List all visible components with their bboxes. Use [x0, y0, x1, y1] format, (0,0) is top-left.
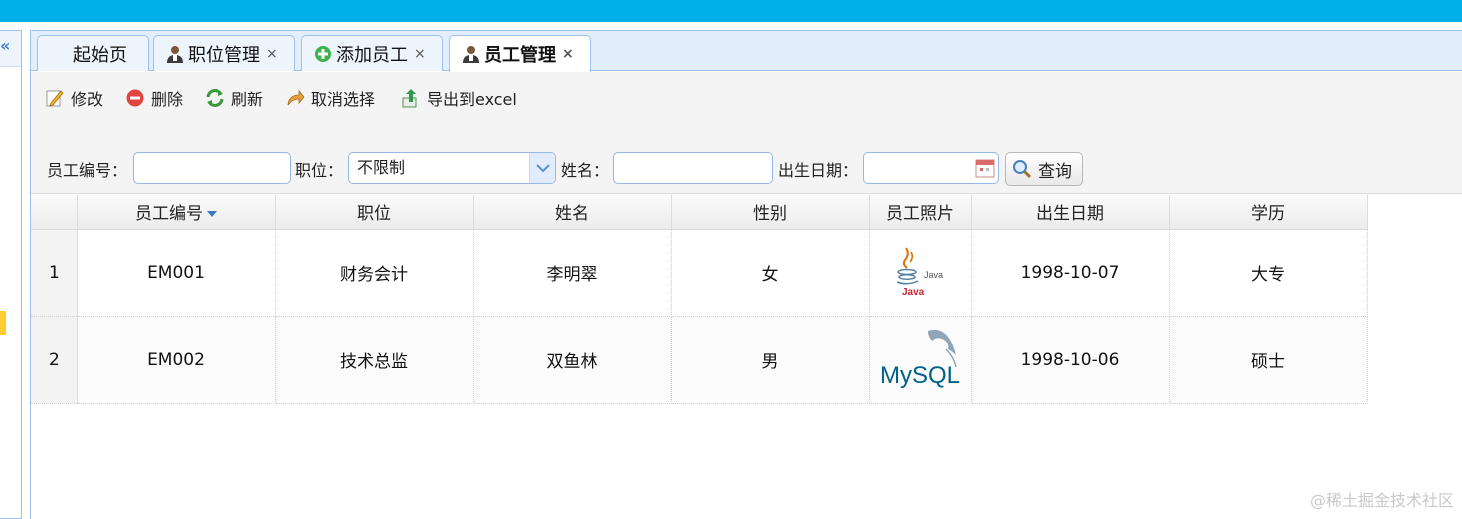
cell-name: 双鱼林	[473, 316, 672, 404]
close-icon[interactable]: ×	[562, 46, 574, 62]
row-number: 2	[31, 316, 78, 404]
close-icon[interactable]: ×	[414, 46, 426, 62]
emp-no-input[interactable]	[133, 152, 291, 184]
column-header-gender[interactable]: 性别	[671, 195, 870, 230]
cell-emp-no: EM001	[77, 229, 276, 317]
export-icon	[401, 88, 421, 108]
cell-education: 大专	[1169, 229, 1368, 317]
mysql-logo-icon: MySQL	[880, 329, 960, 389]
tab-label: 起始页	[73, 44, 127, 66]
column-header-birth[interactable]: 出生日期	[971, 195, 1170, 230]
svg-text:Java: Java	[902, 287, 925, 298]
selected-menu-marker	[0, 311, 6, 335]
toolbar: 修改 删除 刷新 取消选择 导出到excel 员工编号： 职位： 不限制 姓名：…	[31, 72, 1462, 194]
column-header-position[interactable]: 职位	[275, 195, 474, 230]
cell-name: 李明翠	[473, 229, 672, 317]
sort-desc-icon	[207, 211, 217, 218]
birth-date-input[interactable]	[863, 152, 999, 184]
emp-no-label: 员工编号：	[47, 161, 128, 180]
delete-icon	[125, 88, 145, 108]
cell-photo: Java Java	[869, 229, 972, 317]
cell-gender: 女	[671, 229, 870, 317]
cell-birth: 1998-10-07	[971, 229, 1170, 317]
calendar-icon[interactable]	[972, 153, 998, 183]
java-logo-icon: Java Java	[896, 247, 943, 298]
name-label: 姓名：	[561, 161, 610, 180]
close-icon[interactable]: ×	[266, 46, 278, 62]
top-banner	[0, 0, 1462, 22]
refresh-button[interactable]: 刷新	[205, 85, 263, 111]
refresh-icon	[205, 88, 225, 108]
column-header-education[interactable]: 学历	[1169, 195, 1368, 230]
tab-position-manage[interactable]: 职位管理 ×	[153, 35, 295, 71]
row-number: 1	[31, 229, 78, 317]
column-header-photo[interactable]: 员工照片	[869, 195, 972, 230]
name-input[interactable]	[613, 152, 773, 184]
user-icon	[462, 45, 480, 63]
svg-text:Java: Java	[924, 270, 943, 280]
chevron-down-icon[interactable]	[529, 153, 555, 183]
column-header-name[interactable]: 姓名	[473, 195, 672, 230]
add-circle-icon	[314, 45, 332, 63]
tab-add-employee[interactable]: 添加员工 ×	[301, 35, 443, 71]
cell-photo: MySQL	[869, 316, 972, 404]
birth-label: 出生日期：	[778, 161, 859, 180]
cancel-select-button[interactable]: 取消选择	[285, 85, 375, 111]
delete-button[interactable]: 删除	[125, 85, 183, 111]
left-panel: «	[0, 30, 22, 519]
pencil-icon	[45, 88, 65, 108]
edit-button[interactable]: 修改	[45, 85, 103, 111]
cell-position: 技术总监	[275, 316, 474, 404]
search-icon	[1012, 159, 1032, 179]
user-icon	[166, 45, 184, 63]
position-label: 职位：	[295, 161, 344, 180]
table-row[interactable]: 2 EM002 技术总监 双鱼林 男 MySQL 1998-10-06 硕士	[31, 316, 1368, 404]
svg-text:MySQL: MySQL	[880, 362, 960, 389]
cell-gender: 男	[671, 316, 870, 404]
grid-header-row: 员工编号 职位 姓名 性别 员工照片 出生日期 学历	[31, 195, 1368, 230]
export-excel-button[interactable]: 导出到excel	[401, 85, 517, 111]
tab-employee-manage[interactable]: 员工管理 ×	[449, 35, 591, 72]
column-header-emp-no[interactable]: 员工编号	[77, 195, 276, 230]
tab-label: 员工管理	[484, 45, 556, 66]
search-button[interactable]: 查询	[1005, 152, 1083, 186]
cell-emp-no: EM002	[77, 316, 276, 404]
tab-bar: 起始页 职位管理 × 添加员工 × 员工管理 ×	[31, 31, 1462, 72]
position-select[interactable]: 不限制	[348, 152, 556, 184]
table-row[interactable]: 1 EM001 财务会计 李明翠 女 Java Java 1998-10-07 …	[31, 229, 1368, 317]
tab-label: 职位管理	[188, 44, 260, 66]
tab-home[interactable]: 起始页	[37, 35, 149, 71]
rownum-header	[31, 195, 78, 230]
cell-birth: 1998-10-06	[971, 316, 1170, 404]
cell-position: 财务会计	[275, 229, 474, 317]
collapse-left-icon[interactable]: «	[0, 37, 18, 55]
watermark: @稀土掘金技术社区	[1309, 491, 1454, 510]
employee-grid: 员工编号 职位 姓名 性别 员工照片 出生日期 学历 1 EM001 财务会计 …	[31, 195, 1462, 404]
main-panel: 起始页 职位管理 × 添加员工 × 员工管理 × 修改 删除 刷新 取消选择 导…	[30, 30, 1462, 519]
undo-arrow-icon	[285, 88, 305, 108]
cell-education: 硕士	[1169, 316, 1368, 404]
tab-label: 添加员工	[336, 44, 408, 66]
